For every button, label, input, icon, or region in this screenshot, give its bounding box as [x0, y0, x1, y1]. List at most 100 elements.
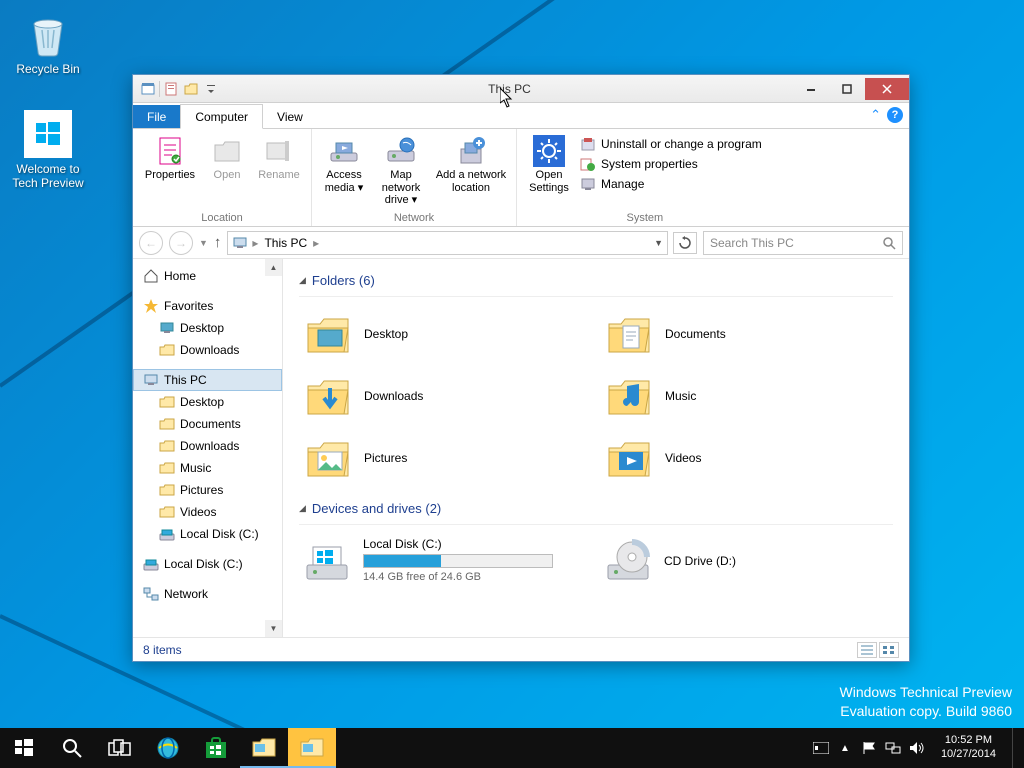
drive-name: Local Disk (C:): [363, 537, 588, 551]
search-box[interactable]: Search This PC: [703, 231, 903, 255]
forward-button[interactable]: →: [169, 231, 193, 255]
sidebar-scrollbar[interactable]: ▲▼: [265, 259, 282, 637]
rename-icon: [263, 135, 295, 167]
folder-label: Downloads: [364, 389, 423, 403]
sidebar-item-pc-videos[interactable]: Videos: [133, 501, 282, 523]
open-icon: [211, 135, 243, 167]
qat-properties[interactable]: [162, 80, 180, 98]
tray-clock[interactable]: 10:52 PM 10/27/2014: [933, 734, 1004, 762]
tab-view[interactable]: View: [263, 105, 317, 128]
back-button[interactable]: ←: [139, 231, 163, 255]
access-media-button[interactable]: Access media ▾: [320, 133, 368, 194]
tray-show-hidden[interactable]: ▲: [837, 740, 853, 756]
drive-icon: [159, 526, 175, 542]
folder-icon: [159, 342, 175, 358]
sidebar-item-fav-desktop[interactable]: Desktop: [133, 317, 282, 339]
map-drive-icon: [385, 135, 417, 167]
map-network-drive-button[interactable]: Map network drive ▾: [372, 133, 430, 207]
desktop-icon-recycle-bin[interactable]: Recycle Bin: [10, 10, 86, 76]
properties-button[interactable]: Properties: [141, 133, 199, 182]
drive-local-disk[interactable]: Local Disk (C:) 14.4 GB free of 24.6 GB: [299, 533, 592, 589]
desktop-icon-tech-preview[interactable]: Welcome to Tech Preview: [10, 110, 86, 190]
uninstall-program-button[interactable]: Uninstall or change a program: [577, 135, 765, 153]
tray-input-indicator[interactable]: [813, 740, 829, 756]
view-icons-button[interactable]: [879, 642, 899, 658]
videos-folder-icon: [605, 434, 653, 482]
tab-file[interactable]: File: [133, 105, 180, 128]
this-pc-icon: [232, 235, 248, 251]
view-details-button[interactable]: [857, 642, 877, 658]
status-item-count: 8 items: [143, 643, 182, 657]
task-view-button[interactable]: [96, 728, 144, 768]
address-dropdown[interactable]: ▼: [654, 238, 663, 248]
folder-documents[interactable]: Documents: [600, 305, 893, 363]
qat-dropdown[interactable]: [202, 80, 220, 98]
taskbar-explorer[interactable]: [240, 728, 288, 768]
folder-desktop[interactable]: Desktop: [299, 305, 592, 363]
folder-pictures[interactable]: Pictures: [299, 429, 592, 487]
folder-videos[interactable]: Videos: [600, 429, 893, 487]
local-disk-icon: [303, 537, 351, 585]
taskbar-ie[interactable]: [144, 728, 192, 768]
navigation-bar: ← → ▼ ↑ ▸ This PC ▸ ▼ Search This PC: [133, 227, 909, 259]
tab-computer[interactable]: Computer: [180, 104, 263, 129]
open-button[interactable]: Open: [203, 133, 251, 182]
folder-label: Desktop: [364, 327, 408, 341]
drive-cd[interactable]: CD Drive (D:): [600, 533, 893, 589]
start-button[interactable]: [0, 728, 48, 768]
music-folder-icon: [605, 372, 653, 420]
open-settings-button[interactable]: Open Settings: [525, 133, 573, 194]
tray-network-icon[interactable]: [885, 740, 901, 756]
sidebar-item-fav-downloads[interactable]: Downloads: [133, 339, 282, 361]
recent-dropdown[interactable]: ▼: [199, 238, 208, 248]
folder-label: Documents: [665, 327, 726, 341]
group-label-location: Location: [141, 210, 303, 224]
close-button[interactable]: [865, 78, 909, 100]
qat-separator: [159, 81, 160, 97]
sidebar-item-pc-downloads[interactable]: Downloads: [133, 435, 282, 457]
add-location-icon: [455, 135, 487, 167]
tray-volume-icon[interactable]: [909, 740, 925, 756]
sidebar-item-pc-documents[interactable]: Documents: [133, 413, 282, 435]
search-button[interactable]: [48, 728, 96, 768]
minimize-ribbon-icon[interactable]: ⌃: [870, 107, 881, 123]
folder-music[interactable]: Music: [600, 367, 893, 425]
section-folders[interactable]: ◢Folders (6): [299, 273, 893, 288]
titlebar[interactable]: This PC: [133, 75, 909, 103]
access-media-icon: [328, 135, 360, 167]
sidebar-item-pc-desktop[interactable]: Desktop: [133, 391, 282, 413]
sidebar-item-pc-local-disk[interactable]: Local Disk (C:): [133, 523, 282, 545]
folder-label: Videos: [665, 451, 701, 465]
recycle-bin-icon: [24, 10, 72, 58]
sidebar-item-pc-music[interactable]: Music: [133, 457, 282, 479]
taskbar-explorer-active[interactable]: [288, 728, 336, 768]
rename-button[interactable]: Rename: [255, 133, 303, 182]
group-label-network: Network: [320, 210, 508, 224]
sidebar-item-home[interactable]: Home: [133, 265, 282, 287]
settings-icon: [533, 135, 565, 167]
sidebar-item-local-disk[interactable]: Local Disk (C:): [133, 553, 282, 575]
folder-icon: [159, 394, 175, 410]
manage-button[interactable]: Manage: [577, 175, 765, 193]
sidebar-item-pc-pictures[interactable]: Pictures: [133, 479, 282, 501]
taskbar-store[interactable]: [192, 728, 240, 768]
folder-downloads[interactable]: Downloads: [299, 367, 592, 425]
sidebar-item-favorites[interactable]: Favorites: [133, 295, 282, 317]
qat-icon-1[interactable]: [139, 80, 157, 98]
refresh-button[interactable]: [673, 232, 697, 254]
tray-flag-icon[interactable]: [861, 740, 877, 756]
address-bar[interactable]: ▸ This PC ▸ ▼: [227, 231, 668, 255]
sidebar-item-this-pc[interactable]: This PC: [133, 369, 282, 391]
minimize-button[interactable]: [793, 78, 829, 100]
this-pc-icon: [143, 372, 159, 388]
show-desktop-button[interactable]: [1012, 728, 1020, 768]
add-network-location-button[interactable]: Add a network location: [434, 133, 508, 194]
breadcrumb-this-pc[interactable]: This PC: [262, 236, 309, 250]
section-drives[interactable]: ◢Devices and drives (2): [299, 501, 893, 516]
sidebar-item-network[interactable]: Network: [133, 583, 282, 605]
maximize-button[interactable]: [829, 78, 865, 100]
help-icon[interactable]: ?: [887, 107, 903, 123]
qat-new-folder[interactable]: [182, 80, 200, 98]
up-button[interactable]: ↑: [214, 234, 222, 251]
system-properties-button[interactable]: System properties: [577, 155, 765, 173]
